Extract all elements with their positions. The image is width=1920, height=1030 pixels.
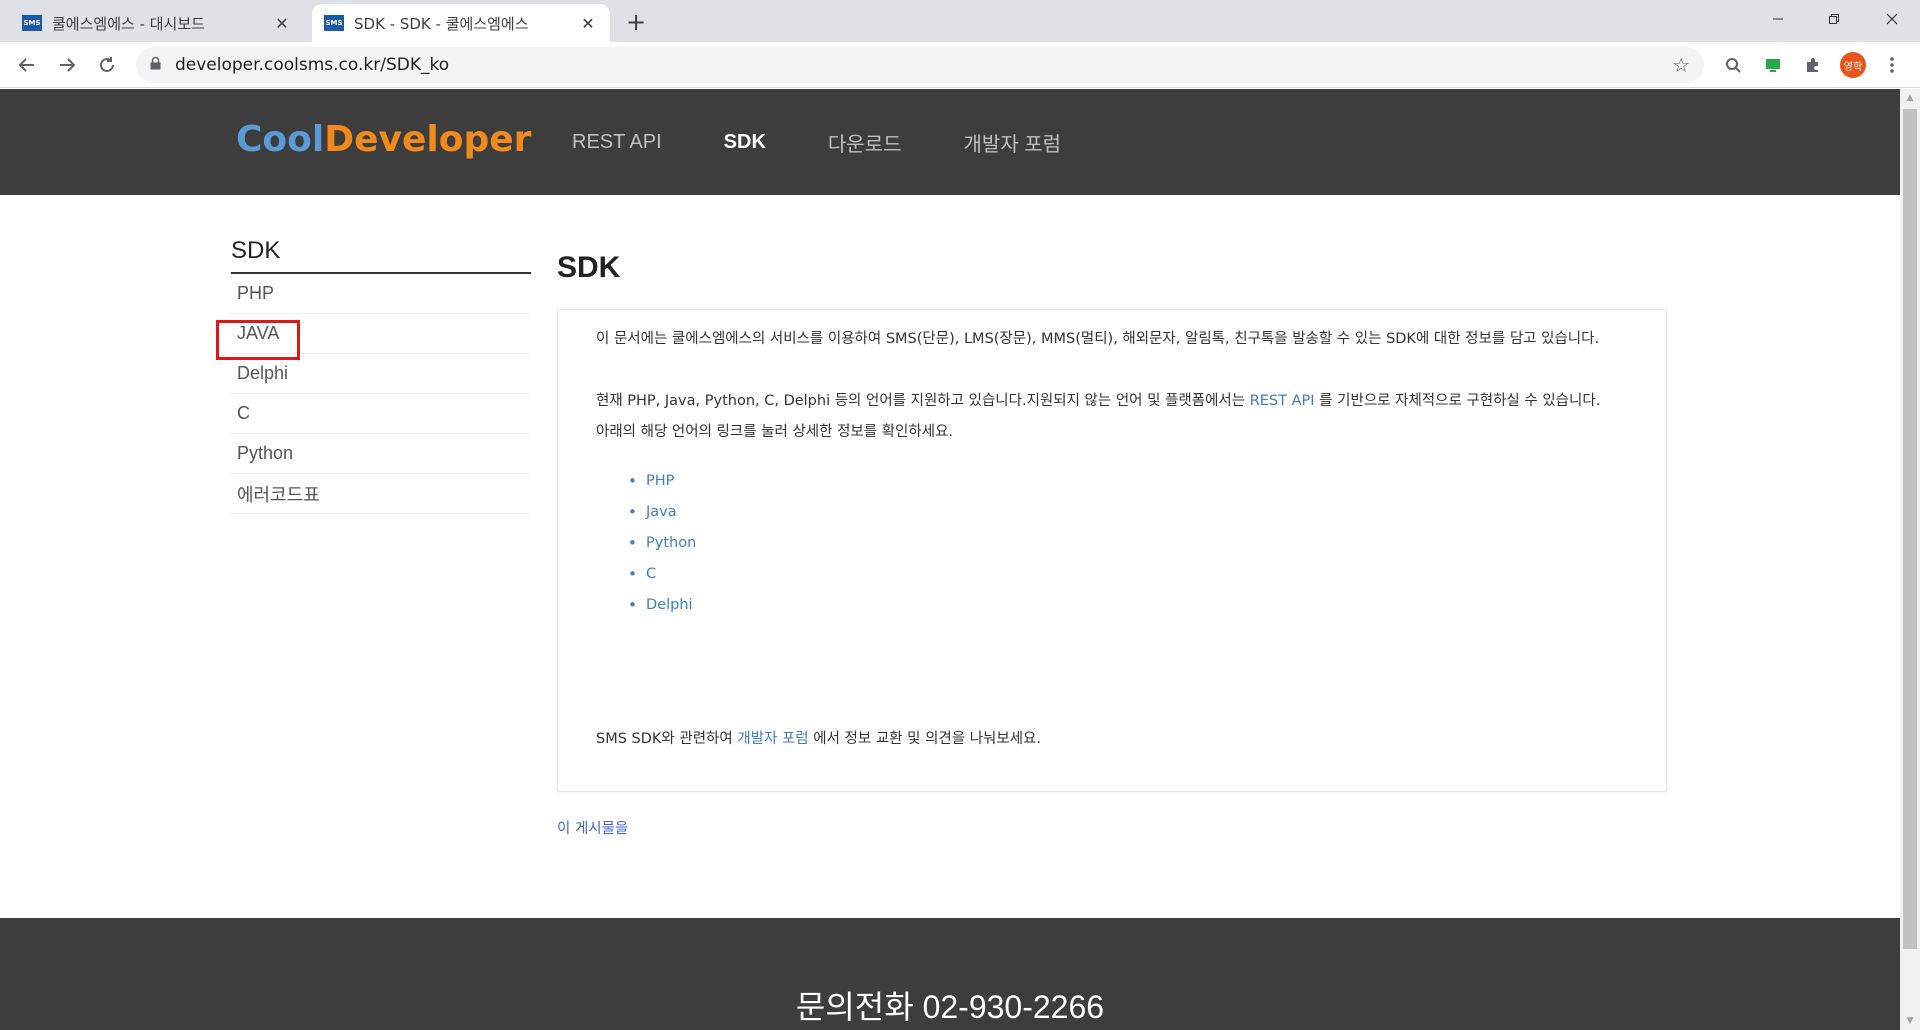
browser-menu-icon[interactable] — [1882, 52, 1902, 78]
arrow-right-icon — [60, 58, 76, 72]
nav-download[interactable]: 다운로드 — [828, 128, 902, 157]
language-list: PHP Java Python C Delphi — [596, 466, 1626, 621]
sms-favicon-icon: SMS — [22, 15, 42, 31]
nav-rest-api[interactable]: REST API — [572, 131, 662, 154]
intro-paragraph: 이 문서에는 쿨에스엠에스의 서비스를 이용하여 SMS(단문), LMS(장문… — [596, 331, 1600, 347]
java-highlight-box — [216, 320, 300, 360]
page-scrollbar[interactable]: ▲ ▼ — [1900, 89, 1920, 1030]
browser-toolbar: developer.coolsms.co.kr/SDK_ko ☆ 영학 — [0, 42, 1920, 88]
sms-favicon-icon: SMS — [324, 15, 344, 31]
extensions-puzzle-icon[interactable] — [1800, 52, 1826, 78]
language-link-c[interactable]: C — [628, 559, 1626, 590]
tab-title: SDK - SDK - 쿨에스엠에스 — [354, 14, 529, 33]
lock-icon — [150, 56, 161, 74]
instruction-paragraph: 아래의 해당 언어의 링크를 눌러 상세한 정보를 확인하세요. — [596, 424, 954, 440]
arrow-left-icon — [18, 58, 34, 72]
close-tab-icon[interactable]: ✕ — [578, 14, 598, 33]
main-nav: REST API SDK 다운로드 개발자 포럼 — [572, 89, 1123, 195]
developer-forum-link[interactable]: 개발자 포럼 — [737, 731, 808, 747]
browser-tab-sdk[interactable]: SMS SDK - SDK - 쿨에스엠에스 ✕ — [312, 4, 610, 42]
rest-api-link[interactable]: REST API — [1250, 393, 1315, 409]
footer-phone: 문의전화 02-930-2266 — [795, 989, 1105, 1025]
sidebar-title: SDK — [231, 237, 531, 274]
post-link[interactable]: 이 게시물을 — [557, 817, 628, 838]
scroll-down-arrow-icon[interactable]: ▼ — [1900, 1012, 1920, 1030]
nav-sdk[interactable]: SDK — [724, 131, 766, 154]
sdk-sidebar: SDK PHP JAVA Delphi C Python 에러코드표 — [231, 237, 531, 514]
bookmark-star-icon[interactable]: ☆ — [1672, 53, 1690, 77]
language-link-delphi[interactable]: Delphi — [628, 590, 1626, 621]
language-link-python[interactable]: Python — [628, 528, 1626, 559]
reload-button[interactable] — [92, 50, 122, 80]
minimize-icon — [1773, 18, 1783, 20]
restore-icon — [1829, 14, 1839, 24]
sidebar-item-php[interactable]: PHP — [231, 274, 531, 314]
cooldeveloper-logo[interactable]: CoolDeveloper — [236, 119, 531, 160]
sidebar-item-delphi[interactable]: Delphi — [231, 354, 531, 394]
back-button[interactable] — [12, 50, 42, 80]
site-footer: 문의전화 02-930-2266 — [0, 918, 1900, 1030]
page-viewport: CoolDeveloper REST API SDK 다운로드 개발자 포럼 S… — [0, 89, 1900, 1030]
new-tab-button[interactable]: + — [622, 8, 650, 36]
reload-icon — [100, 57, 114, 72]
url-text: developer.coolsms.co.kr/SDK_ko — [175, 55, 450, 75]
logo-cool-text: Cool — [236, 119, 325, 160]
closing-paragraph: SMS SDK와 관련하여 개발자 포럼 에서 정보 교환 및 의견을 나눠보세… — [596, 731, 1042, 747]
scroll-thumb[interactable] — [1903, 109, 1917, 949]
close-icon — [1886, 13, 1898, 25]
logo-developer-text: Developer — [324, 119, 532, 160]
tab-title: 쿨에스엠에스 - 대시보드 — [52, 14, 205, 33]
minimize-window-button[interactable] — [1758, 4, 1798, 34]
sidebar-item-c[interactable]: C — [231, 394, 531, 434]
profile-avatar[interactable]: 영학 — [1840, 52, 1866, 78]
address-bar[interactable]: developer.coolsms.co.kr/SDK_ko ☆ — [136, 47, 1704, 83]
site-header: CoolDeveloper REST API SDK 다운로드 개발자 포럼 — [0, 89, 1900, 195]
nav-developer-forum[interactable]: 개발자 포럼 — [964, 128, 1062, 157]
page-title: SDK — [557, 251, 621, 284]
sidebar-item-python[interactable]: Python — [231, 434, 531, 474]
forward-button[interactable] — [52, 50, 82, 80]
language-link-java[interactable]: Java — [628, 497, 1626, 528]
language-link-php[interactable]: PHP — [628, 466, 1626, 497]
extension-screen-icon[interactable] — [1760, 52, 1786, 78]
restore-window-button[interactable] — [1814, 4, 1854, 34]
support-paragraph: 현재 PHP, Java, Python, C, Delphi 등의 언어를 지… — [596, 393, 1601, 409]
close-tab-icon[interactable]: ✕ — [272, 14, 292, 33]
sdk-content-panel: 이 문서에는 쿨에스엠에스의 서비스를 이용하여 SMS(단문), LMS(장문… — [557, 309, 1667, 792]
extension-search-icon[interactable] — [1720, 52, 1746, 78]
browser-tabstrip: SMS 쿨에스엠에스 - 대시보드 ✕ SMS SDK - SDK - 쿨에스엠… — [0, 0, 1920, 42]
close-window-button[interactable] — [1872, 4, 1912, 34]
sidebar-item-error-codes[interactable]: 에러코드표 — [231, 474, 531, 514]
browser-tab-dashboard[interactable]: SMS 쿨에스엠에스 - 대시보드 ✕ — [10, 4, 304, 42]
scroll-up-arrow-icon[interactable]: ▲ — [1900, 89, 1920, 107]
